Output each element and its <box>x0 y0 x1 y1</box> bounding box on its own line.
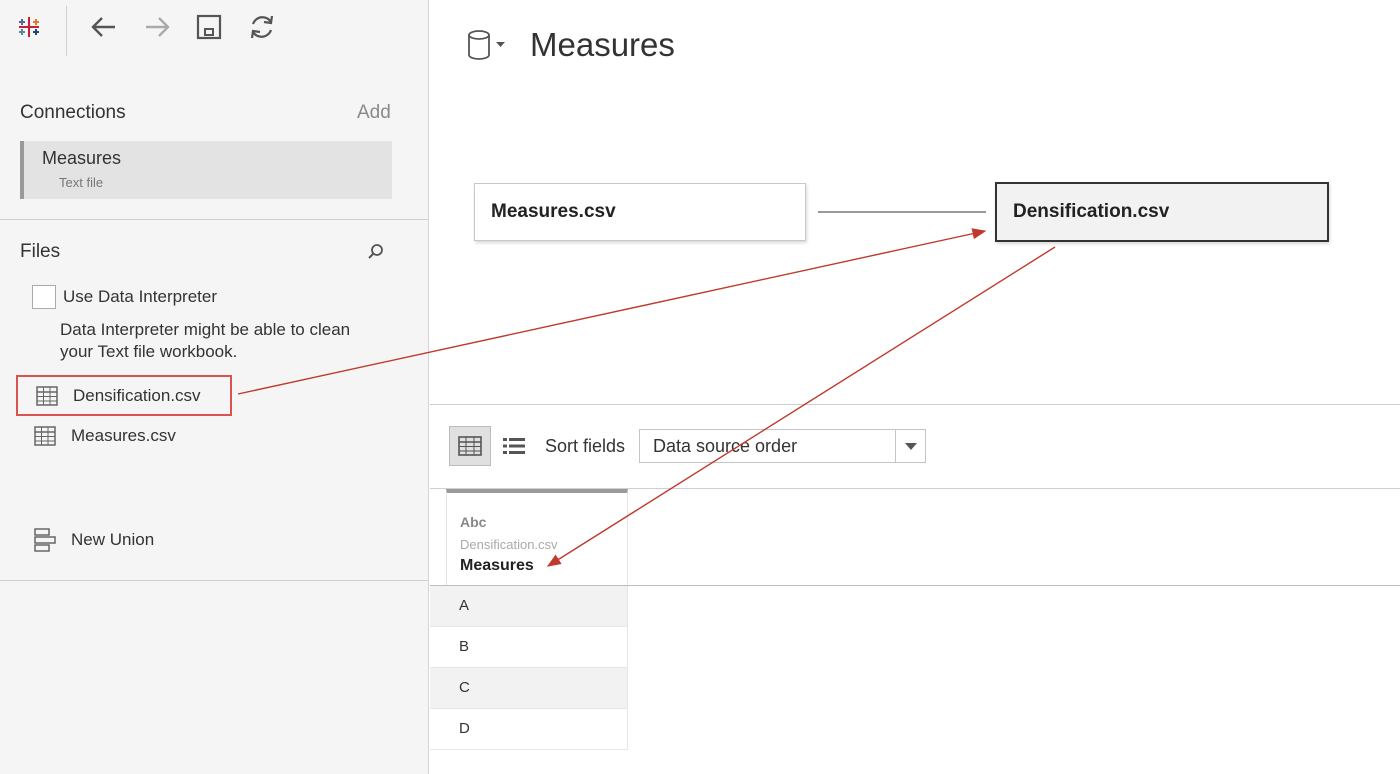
datasource-title[interactable]: Measures <box>530 26 675 64</box>
use-data-interpreter-checkbox[interactable] <box>32 285 56 309</box>
table-card-label: Measures.csv <box>491 201 616 222</box>
list-view-button[interactable] <box>493 426 535 466</box>
toolbar-divider <box>66 6 67 56</box>
save-icon[interactable] <box>192 10 226 44</box>
union-icon <box>34 528 56 552</box>
column-name-label[interactable]: Measures <box>460 557 534 575</box>
table-card-densification[interactable]: Densification.csv <box>995 182 1329 242</box>
table-row: B <box>430 627 628 668</box>
file-label: Measures.csv <box>71 426 176 445</box>
cell-value: A <box>459 597 470 614</box>
search-icon[interactable] <box>364 240 388 264</box>
connection-type: Text file <box>59 175 104 190</box>
cell-value: D <box>459 720 470 737</box>
tableau-logo-icon[interactable] <box>12 10 46 44</box>
toolbar <box>0 0 429 60</box>
connection-item-measures[interactable]: Measures Text file <box>20 141 392 199</box>
column-source-label: Densification.csv <box>460 537 558 552</box>
grid-view-button[interactable] <box>449 426 491 466</box>
file-label: Densification.csv <box>73 385 201 405</box>
files-title: Files <box>20 241 61 262</box>
back-arrow-icon[interactable] <box>87 10 121 44</box>
table-card-measures[interactable]: Measures.csv <box>474 183 806 241</box>
sidebar-divider <box>0 580 429 581</box>
new-union-label: New Union <box>71 530 155 549</box>
sidebar-divider <box>0 219 429 220</box>
datasource-icon[interactable] <box>466 28 512 62</box>
file-item-measures[interactable]: Measures.csv <box>16 416 232 456</box>
join-line <box>818 211 986 213</box>
add-connection-link[interactable]: Add <box>357 102 391 124</box>
sort-fields-select[interactable]: Data source order <box>639 429 926 463</box>
table-icon <box>36 385 58 406</box>
new-union-button[interactable]: New Union <box>34 528 154 552</box>
forward-arrow-icon[interactable] <box>140 10 174 44</box>
chevron-down-icon[interactable] <box>895 430 925 462</box>
cell-value: B <box>459 638 470 655</box>
refresh-icon[interactable] <box>245 10 279 44</box>
canvas-divider <box>430 404 1400 405</box>
connection-name: Measures <box>42 148 122 168</box>
column-type-label[interactable]: Abc <box>460 514 486 530</box>
column-header-measures[interactable]: Abc Densification.csv Measures <box>446 489 628 585</box>
grid-icon <box>458 436 482 456</box>
table-row: D <box>430 709 628 750</box>
table-icon <box>34 426 56 446</box>
table-row: C <box>430 668 628 709</box>
sort-fields-value: Data source order <box>653 436 798 456</box>
cell-value: C <box>459 679 470 696</box>
interpreter-note: Data Interpreter might be able to clean … <box>60 320 351 361</box>
use-data-interpreter-label: Use Data Interpreter <box>63 287 218 306</box>
table-row: A <box>430 586 628 627</box>
sidebar: Connections Add Measures Text file Files… <box>0 0 429 774</box>
file-item-densification[interactable]: Densification.csv <box>16 375 232 416</box>
sort-fields-label: Sort fields <box>545 436 626 456</box>
connections-title: Connections <box>20 102 126 123</box>
list-icon <box>503 438 525 454</box>
table-card-label: Densification.csv <box>1013 201 1170 222</box>
